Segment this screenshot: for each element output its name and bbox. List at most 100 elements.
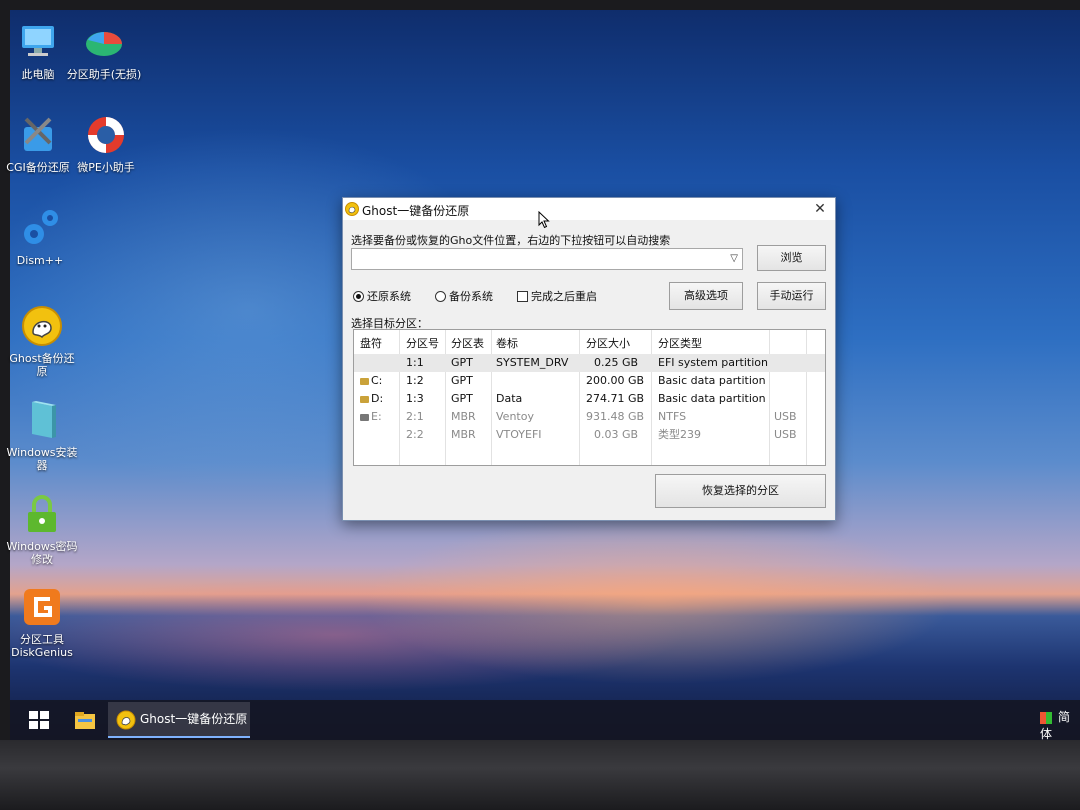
header-size[interactable]: 分区大小 <box>586 334 630 354</box>
cell-type: NTFS <box>658 410 687 423</box>
cell-volume-label: SYSTEM_DRV <box>496 356 569 369</box>
diskgenius-icon <box>24 589 60 625</box>
cell-bus: USB <box>774 410 797 423</box>
partition-assistant-icon <box>86 32 122 56</box>
dialog-title: Ghost一键备份还原 <box>362 204 470 218</box>
cell-size: 931.48 GB <box>586 410 645 423</box>
ghost-icon <box>22 306 62 346</box>
table-row[interactable]: 2:2 MBR VTOYEFI 0.03 GB 类型239 USB <box>354 426 825 444</box>
file-explorer-icon[interactable] <box>74 710 96 730</box>
cell-volume-label: Ventoy <box>496 410 534 423</box>
drive-letter: D: <box>371 392 384 405</box>
file-location-prompt: 选择要备份或恢复的Gho文件位置，右边的下拉按钮可以自动搜索 <box>351 234 671 247</box>
desktop-icon-wepe-helper[interactable]: 微PE小助手 <box>68 113 144 174</box>
table-row[interactable]: D: 1:3 GPT Data 274.71 GB Basic data par… <box>354 390 825 408</box>
desktop-icon-label: Windows密码修改 <box>6 540 78 566</box>
desktop-icon-this-pc[interactable]: 此电脑 <box>0 20 76 81</box>
drive-icon <box>360 414 369 421</box>
lifebuoy-icon <box>88 117 124 153</box>
desktop-icon-windows-password[interactable]: Windows密码修改 <box>4 492 80 566</box>
cell-drive: C: <box>360 372 382 390</box>
computer-icon <box>22 26 54 56</box>
gho-path-combobox[interactable]: ▽ <box>351 248 743 270</box>
desktop-icon-label: Dism++ <box>16 254 64 267</box>
radio-restore-system[interactable]: 还原系统 <box>353 288 411 304</box>
radio-label: 还原系统 <box>367 290 411 303</box>
gears-icon <box>24 210 58 244</box>
restore-partition-button[interactable]: 恢复选择的分区 <box>655 474 826 508</box>
table-row[interactable]: C: 1:2 GPT 200.00 GB Basic data partitio… <box>354 372 825 390</box>
drive-letter: E: <box>371 410 382 423</box>
cell-bus: USB <box>774 428 797 441</box>
cell-partition-table: MBR <box>451 410 476 423</box>
ghost-icon <box>116 710 136 730</box>
taskbar-ghost-task[interactable]: Ghost一键备份还原 <box>108 702 250 738</box>
desktop-icon-label: 分区工具DiskGenius <box>11 633 73 659</box>
cell-partition-table: MBR <box>451 428 476 441</box>
windows-installer-icon <box>32 401 56 438</box>
cell-partition-table: GPT <box>451 356 473 369</box>
cell-partition-number: 2:2 <box>406 428 424 441</box>
radio-selected-indicator <box>353 291 364 302</box>
monitor-bezel-bottom <box>0 740 1080 810</box>
header-type[interactable]: 分区类型 <box>658 334 702 354</box>
ghost-icon <box>345 202 359 216</box>
desktop-icon-windows-installer[interactable]: Windows安装器 <box>4 398 80 472</box>
table-row[interactable]: 1:1 GPT SYSTEM_DRV 0.25 GB EFI system pa… <box>354 354 825 372</box>
cell-size: 0.25 GB <box>594 356 639 369</box>
cell-drive: E: <box>360 408 382 426</box>
desktop-icon-diskgenius[interactable]: 分区工具DiskGenius <box>4 585 80 659</box>
ghost-dialog: Ghost一键备份还原 ✕ 选择要备份或恢复的Gho文件位置，右边的下拉按钮可以… <box>342 197 836 521</box>
cell-partition-number: 2:1 <box>406 410 424 423</box>
system-tray[interactable]: 简体 <box>1040 708 1080 742</box>
chevron-down-icon[interactable]: ▽ <box>730 253 738 264</box>
header-partition-table[interactable]: 分区表 <box>451 334 484 354</box>
cell-partition-number: 1:2 <box>406 374 424 387</box>
input-method-icon <box>1040 711 1052 724</box>
cell-partition-table: GPT <box>451 374 473 387</box>
desktop-icon-dism[interactable]: Dism++ <box>2 206 78 267</box>
header-partition-number[interactable]: 分区号 <box>406 334 439 354</box>
desktop-icon-cgi-backup[interactable]: CGI备份还原 <box>0 113 76 174</box>
dialog-titlebar[interactable]: Ghost一键备份还原 ✕ <box>343 198 835 220</box>
manual-run-button[interactable]: 手动运行 <box>757 282 826 310</box>
partition-table[interactable]: 盘符 分区号 分区表 卷标 分区大小 分区类型 1:1 GPT SYSTEM_D… <box>353 329 826 466</box>
cell-size: 274.71 GB <box>586 392 645 405</box>
cell-volume-label: Data <box>496 392 523 405</box>
cell-type: EFI system partition <box>658 356 768 369</box>
header-drive[interactable]: 盘符 <box>360 334 382 354</box>
checkbox-label: 完成之后重启 <box>531 290 597 303</box>
cell-partition-number: 1:1 <box>406 356 424 369</box>
cell-partition-number: 1:3 <box>406 392 424 405</box>
radio-backup-system[interactable]: 备份系统 <box>435 288 493 304</box>
desktop-icon-label: CGI备份还原 <box>6 161 70 174</box>
advanced-options-button[interactable]: 高级选项 <box>669 282 743 310</box>
radio-label: 备份系统 <box>449 290 493 303</box>
cell-partition-table: GPT <box>451 392 473 405</box>
desktop-icon-label: 微PE小助手 <box>77 161 135 174</box>
cgi-backup-icon <box>24 117 52 151</box>
cell-type: 类型239 <box>658 428 701 441</box>
locked-drive-icon <box>360 396 369 403</box>
reboot-after-checkbox[interactable]: 完成之后重启 <box>517 288 597 304</box>
cell-type: Basic data partition <box>658 392 766 405</box>
drive-letter: C: <box>371 374 383 387</box>
close-icon[interactable]: ✕ <box>809 199 831 219</box>
desktop-icon-label: Ghost备份还原 <box>9 352 75 378</box>
radio-indicator <box>435 291 446 302</box>
cell-drive: D: <box>360 390 383 408</box>
header-volume-label[interactable]: 卷标 <box>496 334 518 354</box>
taskbar: Ghost一键备份还原 简体 <box>10 700 1080 742</box>
cell-size: 200.00 GB <box>586 374 645 387</box>
cell-type: Basic data partition <box>658 374 766 387</box>
windows-start-icon[interactable] <box>28 710 50 730</box>
desktop-icon-partition-assistant[interactable]: 分区助手(无损) <box>66 20 142 81</box>
monitor-bezel-top <box>0 0 1080 10</box>
lock-icon <box>28 495 56 532</box>
desktop-icon-ghost[interactable]: Ghost备份还原 <box>4 304 80 378</box>
cell-size: 0.03 GB <box>594 428 639 441</box>
desktop-icon-label: Windows安装器 <box>6 446 78 472</box>
locked-drive-icon <box>360 378 369 385</box>
browse-button[interactable]: 浏览 <box>757 245 826 271</box>
table-row[interactable]: E: 2:1 MBR Ventoy 931.48 GB NTFS USB <box>354 408 825 426</box>
